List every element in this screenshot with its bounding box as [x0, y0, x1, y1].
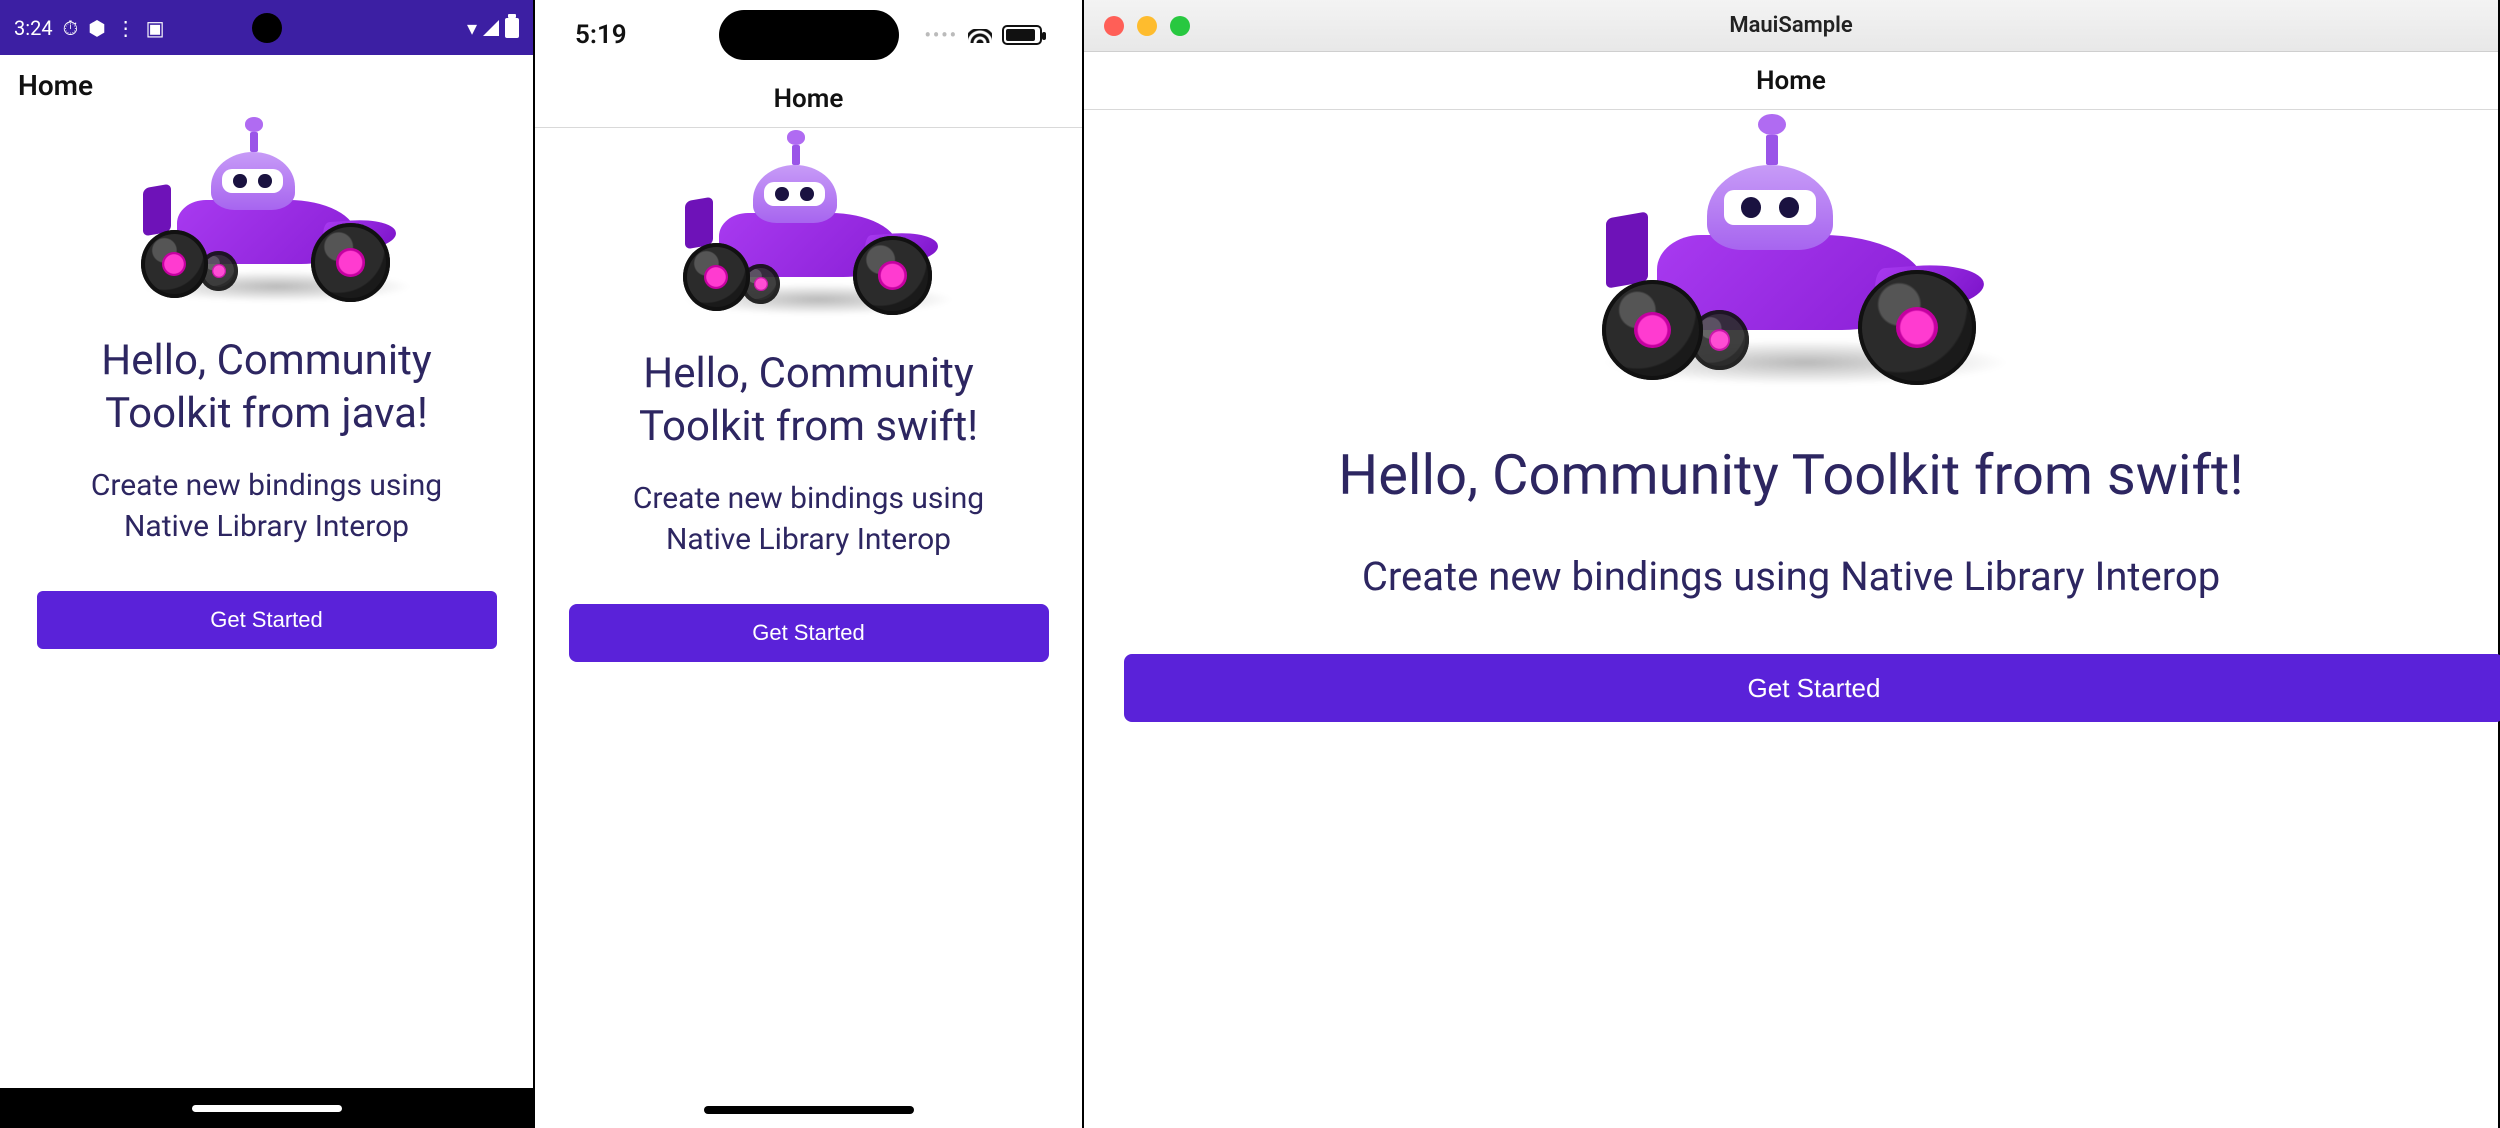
hero-subtitle: Create new bindings using Native Library… [565, 479, 1052, 560]
macos-title-bar[interactable]: MauiSample [1084, 0, 2498, 52]
page-title: Home [1756, 66, 1826, 96]
ios-page-content: Hello, Community Toolkit from swift! Cre… [535, 128, 1082, 662]
window-minimize-button[interactable] [1137, 16, 1157, 36]
hero-title: Hello, Community Toolkit from swift! [1124, 440, 2458, 510]
hero-sub-line1: Create new bindings using [565, 479, 1052, 520]
ios-status-bar: 5:19 •••• [535, 0, 1082, 70]
hero-title-line1: Hello, Community [565, 348, 1052, 401]
cell-signal-icon [483, 20, 499, 36]
battery-icon [1002, 25, 1042, 45]
get-started-button[interactable]: Get Started [1124, 654, 2500, 722]
ios-screenshot: 5:19 •••• Home Hello, [535, 0, 1084, 1128]
battery-icon [505, 18, 519, 38]
hero-sub-line2: Native Library Interop [565, 520, 1052, 561]
hero-sub-line2: Native Library Interop [30, 507, 503, 548]
android-status-bar: 3:24 ⏱ ⬢ ⋮ ▣ ▾ [0, 0, 533, 55]
gesture-pill[interactable] [192, 1105, 342, 1112]
hero-title: Hello, Community Toolkit from swift! [565, 348, 1052, 453]
hero-subtitle: Create new bindings using Native Library… [30, 466, 503, 547]
status-clock: 3:24 [14, 16, 53, 40]
window-controls[interactable] [1104, 16, 1190, 36]
camera-cutout [252, 13, 282, 43]
hero-title-line1: Hello, Community [30, 335, 503, 388]
page-title: Home [18, 69, 93, 102]
hero-sub-line1: Create new bindings using [30, 466, 503, 507]
hero-image-racecar-bot [1581, 140, 2001, 390]
hero-title-line2: Toolkit from java! [30, 388, 503, 441]
hero-subtitle: Create new bindings using Native Library… [1124, 550, 2458, 604]
android-gesture-bar[interactable] [0, 1088, 533, 1128]
mic-icon: ⋮ [116, 16, 136, 40]
ios-home-indicator[interactable] [704, 1106, 914, 1114]
get-started-button[interactable]: Get Started [569, 604, 1049, 662]
shield-icon: ⬢ [88, 16, 105, 40]
wifi-icon [968, 23, 992, 47]
square-icon: ▣ [146, 16, 165, 40]
hero-title: Hello, Community Toolkit from java! [30, 335, 503, 440]
wifi-icon: ▾ [467, 16, 477, 40]
hero-image-racecar-bot [669, 148, 949, 318]
status-clock: 5:19 [575, 20, 627, 50]
macos-page-content: Hello, Community Toolkit from swift! Cre… [1084, 110, 2498, 722]
hero-image-racecar-bot [127, 135, 407, 305]
android-screenshot: 3:24 ⏱ ⬢ ⋮ ▣ ▾ Home [0, 0, 535, 1128]
window-close-button[interactable] [1104, 16, 1124, 36]
cell-signal-icon: •••• [924, 25, 958, 46]
page-title: Home [774, 84, 844, 114]
android-app-bar: Home [0, 55, 533, 115]
ios-nav-bar: Home [535, 70, 1082, 128]
hero-title-line2: Toolkit from swift! [565, 401, 1052, 454]
window-fullscreen-button[interactable] [1170, 16, 1190, 36]
dynamic-island [719, 10, 899, 60]
macos-nav-bar: Home [1084, 52, 2498, 110]
macos-screenshot: MauiSample Home Hello, Community Toolkit… [1084, 0, 2500, 1128]
alarm-icon: ⏱ [63, 16, 79, 40]
window-title: MauiSample [1729, 13, 1852, 38]
android-page-content: Hello, Community Toolkit from java! Crea… [0, 115, 533, 649]
get-started-button[interactable]: Get Started [37, 591, 497, 649]
